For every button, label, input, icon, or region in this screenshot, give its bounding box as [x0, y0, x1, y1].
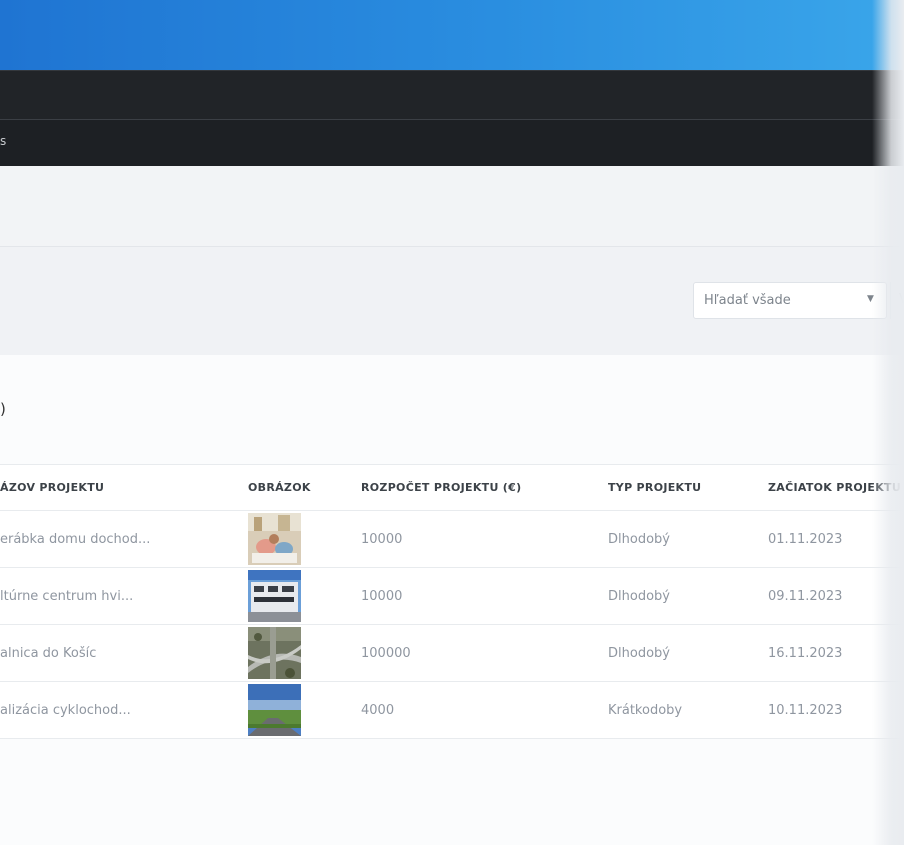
secondary-navbar — [0, 119, 904, 167]
project-budget: 10000 — [361, 510, 608, 568]
column-header-image[interactable]: OBRÁZOK — [248, 464, 361, 511]
project-image-cell — [248, 567, 361, 625]
search-scope-value: Hľadať všade — [704, 293, 791, 308]
project-image-cell — [248, 510, 361, 568]
project-name[interactable]: alizácia cyklochod... — [0, 681, 248, 739]
project-type: Krátkodoby — [608, 681, 768, 739]
project-image-cell — [248, 681, 361, 739]
top-navbar — [0, 70, 904, 120]
right-edge-fade — [872, 0, 904, 845]
search-scope-select[interactable]: Hľadať všade ▼ — [693, 282, 887, 319]
project-budget: 10000 — [361, 567, 608, 625]
section-title-fragment: ) — [0, 400, 6, 418]
column-header-type[interactable]: TYP PROJEKTU — [608, 464, 768, 511]
table-header-row: ÁZOV PROJEKTU OBRÁZOK ROZPOČET PROJEKTU … — [0, 464, 904, 511]
projects-table: ÁZOV PROJEKTU OBRÁZOK ROZPOČET PROJEKTU … — [0, 464, 904, 739]
cycle-path-thumbnail — [248, 684, 301, 736]
highway-thumbnail — [248, 627, 301, 679]
project-budget: 4000 — [361, 681, 608, 739]
table-row[interactable]: alizácia cyklochod... 4000 Krátkodoby 10… — [0, 681, 904, 739]
project-budget: 100000 — [361, 624, 608, 682]
project-name[interactable]: alnica do Košíc — [0, 624, 248, 682]
column-header-name[interactable]: ÁZOV PROJEKTU — [0, 464, 248, 511]
table-row[interactable]: erábka domu dochod... 10000 Dlhodobý 01.… — [0, 510, 904, 568]
elderly-home-thumbnail — [248, 513, 301, 565]
project-name[interactable]: ltúrne centrum hvi... — [0, 567, 248, 625]
nav-item-fragment[interactable]: s — [0, 134, 6, 148]
project-type: Dlhodobý — [608, 624, 768, 682]
page: s Hľadať všade ▼ V ) ÁZOV PROJEKTU OBRÁZ… — [0, 0, 904, 845]
project-name[interactable]: erábka domu dochod... — [0, 510, 248, 568]
culture-center-thumbnail — [248, 570, 301, 622]
project-type: Dlhodobý — [608, 510, 768, 568]
table-row[interactable]: alnica do Košíc 100000 Dlhodobý 16.11.20… — [0, 624, 904, 682]
column-header-budget[interactable]: ROZPOČET PROJEKTU (€) — [361, 464, 608, 511]
project-image-cell — [248, 624, 361, 682]
top-banner — [0, 0, 904, 70]
project-type: Dlhodobý — [608, 567, 768, 625]
page-header-band — [0, 166, 904, 247]
table-row[interactable]: ltúrne centrum hvi... 10000 Dlhodobý 09.… — [0, 567, 904, 625]
